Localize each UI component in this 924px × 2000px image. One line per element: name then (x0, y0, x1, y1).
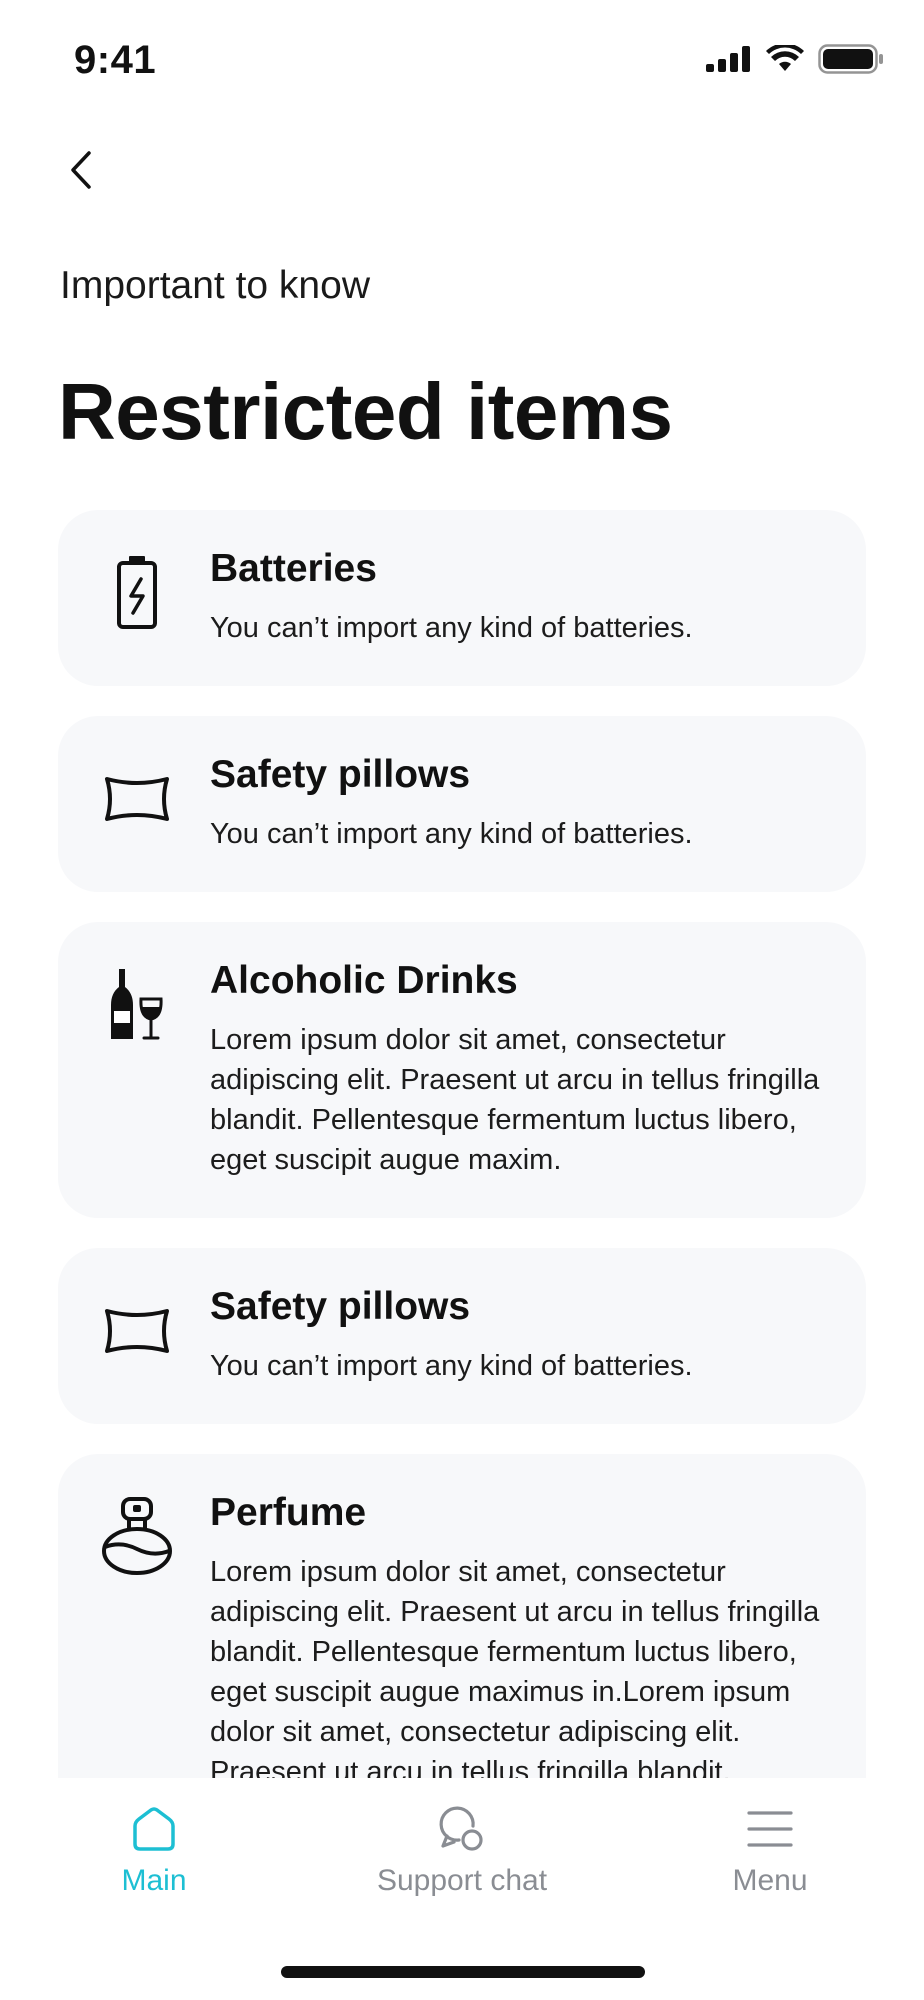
item-title: Perfume (210, 1491, 367, 1534)
status-time: 9:41 (74, 38, 157, 82)
tab-menu[interactable]: Menu (640, 1804, 900, 1898)
item-description: You can’t import any kind of batteries. (210, 612, 693, 644)
back-button[interactable] (52, 140, 112, 200)
page-subtitle: Important to know (60, 264, 370, 307)
item-title: Alcoholic Drinks (210, 959, 518, 1002)
tab-main[interactable]: Main (24, 1804, 284, 1898)
item-card-alcoholic-drinks[interactable]: Alcoholic Drinks Lorem ipsum dolor sit a… (58, 922, 866, 1218)
item-card-safety-pillows[interactable]: Safety pillows You can’t import any kind… (58, 716, 866, 892)
item-card-safety-pillows[interactable]: Safety pillows You can’t import any kind… (58, 1248, 866, 1424)
chevron-left-icon (71, 151, 91, 189)
item-title: Safety pillows (210, 1285, 471, 1328)
wifi-icon (766, 45, 804, 71)
item-card-batteries[interactable]: Batteries You can’t import any kind of b… (58, 510, 866, 686)
battery-status-icon (818, 44, 883, 74)
tab-label: Support chat (376, 1864, 548, 1897)
pillow-icon (92, 754, 182, 844)
status-bar: 9:41 (0, 0, 924, 120)
tab-label: Menu (732, 1864, 808, 1897)
item-description: Lorem ipsum dolor sit amet, consectetur … (210, 1024, 820, 1176)
status-icons (706, 44, 884, 74)
perfume-icon (92, 1492, 182, 1582)
tab-support-chat[interactable]: Support chat (332, 1804, 592, 1898)
item-description: You can’t import any kind of batteries. (210, 818, 693, 850)
pillow-icon (92, 1286, 182, 1376)
home-indicator (281, 1966, 645, 1978)
item-description: Lorem ipsum dolor sit amet, consectetur … (210, 1556, 820, 1778)
item-title: Batteries (210, 547, 377, 590)
restricted-items-list[interactable]: Batteries You can’t import any kind of b… (0, 510, 924, 1778)
item-card-perfume[interactable]: Perfume Lorem ipsum dolor sit amet, cons… (58, 1454, 866, 1778)
item-description: You can’t import any kind of batteries. (210, 1350, 693, 1382)
item-title: Safety pillows (210, 753, 471, 796)
menu-icon (747, 1811, 793, 1847)
page-title: Restricted items (58, 367, 673, 456)
wine-icon (92, 960, 182, 1050)
tab-label: Main (121, 1864, 187, 1897)
cellular-signal-icon (706, 46, 750, 72)
home-icon (133, 1807, 175, 1851)
chat-icon (439, 1806, 483, 1851)
battery-icon (92, 548, 182, 638)
